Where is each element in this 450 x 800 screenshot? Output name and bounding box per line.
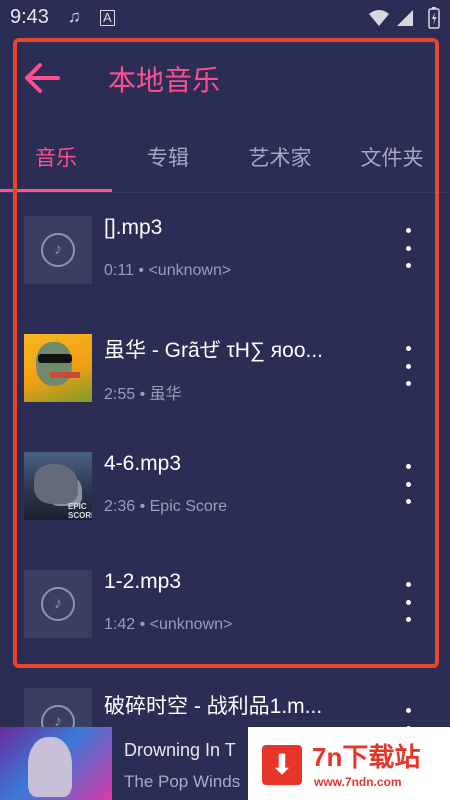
highlight-box: [13, 38, 439, 668]
status-time: 9:43: [10, 6, 49, 28]
signal-icon: [397, 10, 413, 26]
status-bar: 9:43 ♫ A: [0, 0, 450, 36]
song-title: 破碎时空 - 战利品1.m...: [104, 695, 323, 718]
watermark-name: 7n下载站: [312, 742, 421, 772]
now-playing-artist: The Pop Winds: [124, 772, 241, 791]
a-box-icon: A: [100, 10, 115, 26]
now-playing-album-art: [0, 727, 112, 800]
music-note-icon: ♫: [68, 7, 81, 26]
wifi-icon: [369, 10, 389, 26]
now-playing-title: Drowning In T: [124, 740, 236, 760]
default-disc-icon: ♪: [24, 688, 92, 728]
more-options-icon[interactable]: [398, 708, 418, 728]
watermark-url: www.7ndn.com: [314, 775, 402, 789]
download-arrow-icon: ⬇: [262, 745, 302, 785]
watermark-logo: ⬇ 7n下载站 www.7ndn.com: [248, 727, 450, 800]
song-row[interactable]: ♪ 破碎时空 - 战利品1.m...: [0, 668, 450, 728]
battery-icon: [428, 7, 440, 29]
